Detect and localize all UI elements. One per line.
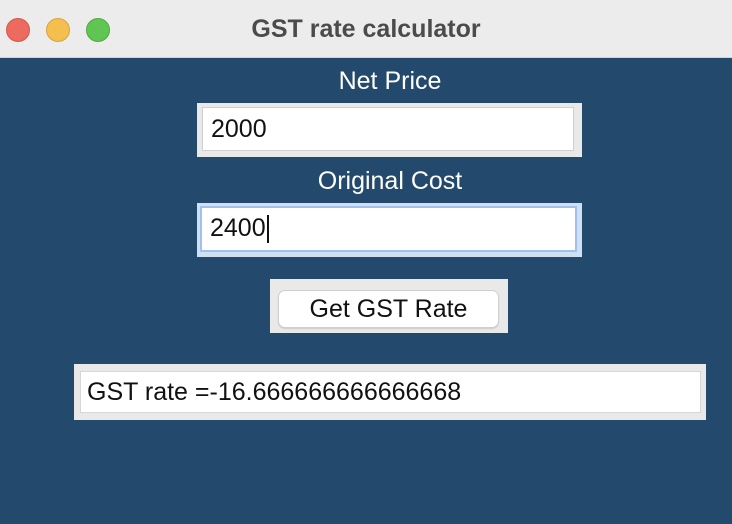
- net-price-label: Net Price: [338, 67, 442, 95]
- get-gst-rate-button[interactable]: Get GST Rate: [278, 290, 499, 328]
- button-frame: Get GST Rate: [270, 279, 508, 333]
- gst-result-field: GST rate =-16.666666666666668: [80, 371, 701, 413]
- original-cost-field-frame: 2400: [197, 203, 582, 257]
- text-cursor: [266, 215, 269, 244]
- app-window: GST rate calculator Net Price 2000 Origi…: [0, 0, 732, 524]
- original-cost-input[interactable]: 2400: [200, 206, 577, 252]
- net-price-input[interactable]: 2000: [202, 107, 574, 151]
- net-price-value: 2000: [211, 115, 267, 143]
- result-frame: GST rate =-16.666666666666668: [74, 364, 706, 420]
- original-cost-label: Original Cost: [317, 167, 463, 195]
- net-price-field-frame: 2000: [197, 103, 582, 157]
- window-title: GST rate calculator: [251, 15, 481, 43]
- title-bar: GST rate calculator: [0, 0, 732, 58]
- original-cost-value: 2400: [210, 214, 266, 242]
